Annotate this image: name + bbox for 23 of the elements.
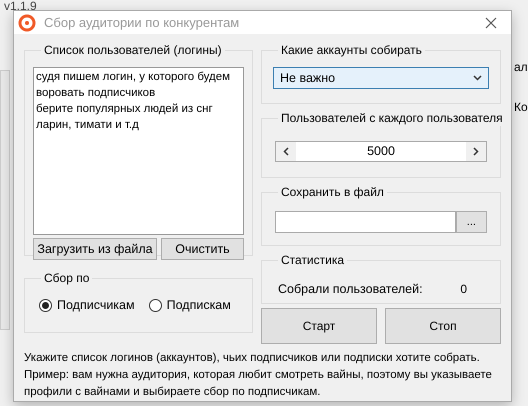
radio-option[interactable]: Подписчикам (39, 296, 135, 315)
action-button[interactable]: Старт (261, 308, 377, 344)
group-title: Сбор по (41, 270, 92, 286)
window-title: Сбор аудитории по конкурентам (44, 14, 240, 32)
group-title: Список пользователей (логины) (41, 42, 225, 58)
browse-button[interactable]: ... (456, 211, 487, 233)
group-title: Сохранить в файл (278, 184, 387, 200)
group-title: Какие аккаунты собирать (278, 42, 425, 58)
number-spinner[interactable]: 5000 (275, 141, 487, 162)
action-button[interactable]: Загрузить из файла (33, 238, 157, 260)
action-button[interactable]: Очистить (161, 238, 244, 260)
version-label: v1.1.9 (4, 0, 37, 12)
stats-value: 0 (460, 281, 467, 298)
radio-option[interactable]: Подпискам (148, 296, 231, 315)
stats-label: Собрали пользователей: (278, 281, 423, 298)
spinner-value: 5000 (366, 143, 396, 160)
dropdown[interactable]: Не важно (273, 67, 489, 89)
logins-textarea[interactable]: судя пишем логин, у которого будем воровать подписчиков берите популярных людей из снг ларин, тимати и т.д (33, 67, 244, 235)
background-label: Ко (514, 100, 528, 114)
help-text: Укажите список логинов (аккаунтов), чьих подписчиков или подписки хотите собрать. (24, 351, 481, 366)
action-button[interactable]: Стоп (385, 308, 501, 344)
help-text: Пример: вам нужна аудитория, которая любит смотреть вайны, поэтому вы указываете профили с вайнами и выбираете сбор по подписчикам. (24, 368, 493, 400)
background-label: ал (514, 60, 528, 74)
